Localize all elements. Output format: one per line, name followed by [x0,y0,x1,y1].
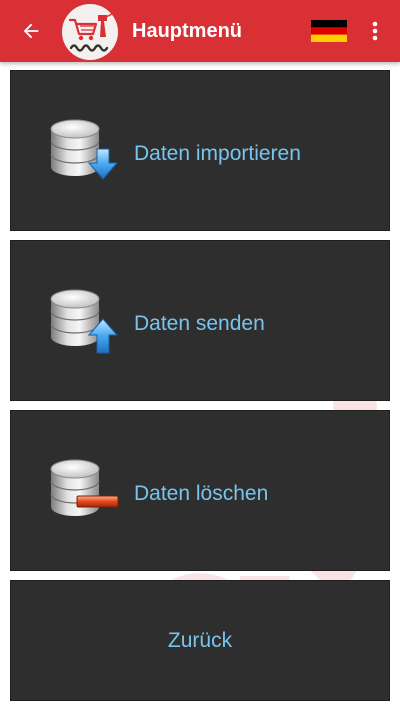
delete-data-label: Daten löschen [134,482,269,505]
import-data-label: Daten importieren [134,142,301,165]
send-data-label: Daten senden [134,312,265,335]
back-label: Zurück [167,629,233,652]
back-card-button[interactable]: Zurück [10,580,390,701]
german-flag-icon[interactable] [311,20,347,42]
database-upload-icon [50,289,119,354]
page-title: Hauptmenü [132,20,242,42]
arrow-left-icon [23,23,39,39]
database-download-icon [50,119,119,180]
shop-logo [62,4,118,60]
more-vert-icon [372,21,378,41]
delete-data-button[interactable]: Daten löschen [10,410,390,571]
app-bar: Hauptmenü [0,0,400,62]
database-delete-icon [50,459,119,516]
overflow-menu-button[interactable] [362,16,388,46]
back-button[interactable] [14,14,48,48]
send-data-button[interactable]: Daten senden [10,240,390,401]
import-data-button[interactable]: Daten importieren [10,70,390,231]
